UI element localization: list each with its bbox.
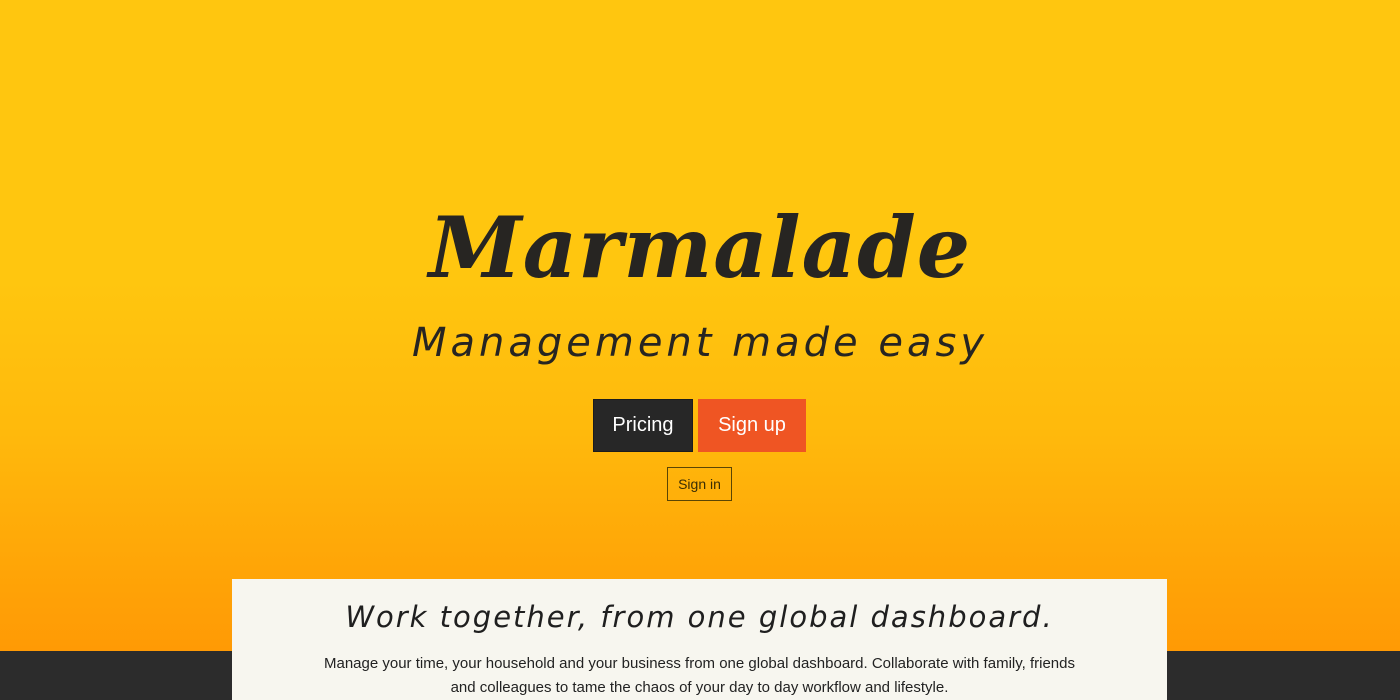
- feature-description: Manage your time, your household and you…: [292, 652, 1107, 700]
- feature-description-line-2: and colleagues to tame the chaos of your…: [450, 679, 949, 696]
- signin-button[interactable]: Sign in: [667, 467, 732, 501]
- feature-description-line-1: Manage your time, your household and you…: [324, 655, 1075, 672]
- tagline: Management made easy: [411, 320, 989, 366]
- feature-card: Work together, from one global dashboard…: [232, 579, 1167, 700]
- pricing-button[interactable]: Pricing: [593, 399, 693, 452]
- brand-logo-text: Marmalade: [428, 198, 972, 297]
- cta-button-group: Pricing Sign up: [593, 399, 806, 452]
- signup-button[interactable]: Sign up: [698, 399, 806, 452]
- feature-heading: Work together, from one global dashboard…: [345, 600, 1054, 634]
- hero-section: Marmalade Management made easy Pricing S…: [0, 0, 1400, 560]
